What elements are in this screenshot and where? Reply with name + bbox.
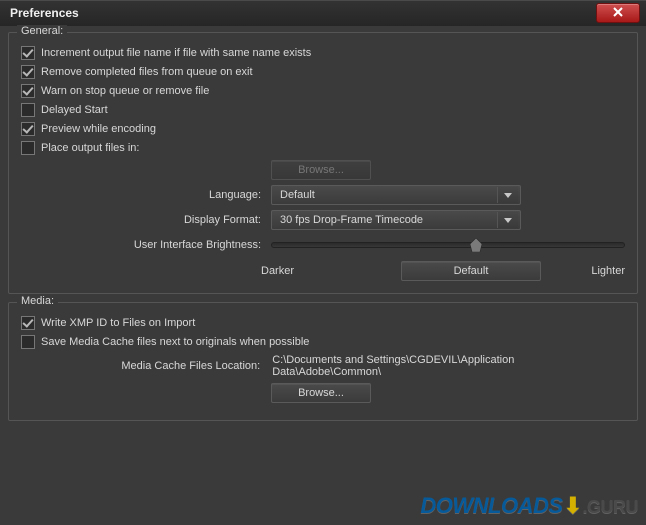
checkbox-delayed-start[interactable] xyxy=(21,103,35,117)
checkbox-increment[interactable] xyxy=(21,46,35,60)
slider-track xyxy=(271,242,625,248)
media-group: Media: Write XMP ID to Files on Import S… xyxy=(8,302,638,421)
browse-output-button: Browse... xyxy=(271,160,371,180)
chevron-down-icon xyxy=(497,187,518,203)
row-display-format: Display Format: 30 fps Drop-Frame Timeco… xyxy=(21,210,625,230)
label-remove-completed: Remove completed files from queue on exi… xyxy=(41,66,253,78)
row-write-xmp: Write XMP ID to Files on Import xyxy=(21,316,625,330)
brightness-lighter-label: Lighter xyxy=(565,265,625,277)
media-legend: Media: xyxy=(17,295,58,307)
preferences-content: General: Increment output file name if f… xyxy=(0,26,646,525)
brightness-label: User Interface Brightness: xyxy=(21,239,271,251)
row-language: Language: Default xyxy=(21,185,625,205)
label-preview: Preview while encoding xyxy=(41,123,156,135)
browse-cache-button[interactable]: Browse... xyxy=(271,383,371,403)
slider-thumb-icon xyxy=(470,238,482,252)
row-preview: Preview while encoding xyxy=(21,122,625,136)
checkbox-place-output[interactable] xyxy=(21,141,35,155)
cache-location-value: C:\Documents and Settings\CGDEVIL\Applic… xyxy=(270,354,625,378)
display-format-dropdown[interactable]: 30 fps Drop-Frame Timecode xyxy=(271,210,521,230)
chevron-down-icon xyxy=(497,212,518,228)
row-place-output: Place output files in: xyxy=(21,141,625,155)
close-icon xyxy=(613,7,623,20)
checkbox-preview[interactable] xyxy=(21,122,35,136)
general-group: General: Increment output file name if f… xyxy=(8,32,638,294)
label-warn-stop: Warn on stop queue or remove file xyxy=(41,85,209,97)
display-format-value: 30 fps Drop-Frame Timecode xyxy=(280,214,423,226)
row-output-browse: Browse... xyxy=(21,160,625,180)
label-place-output: Place output files in: xyxy=(41,142,139,154)
language-dropdown[interactable]: Default xyxy=(271,185,521,205)
checkbox-write-xmp[interactable] xyxy=(21,316,35,330)
row-remove-completed: Remove completed files from queue on exi… xyxy=(21,65,625,79)
brightness-darker-label: Darker xyxy=(261,265,401,277)
brightness-labels: Darker Default Lighter xyxy=(21,261,625,281)
checkbox-warn-stop[interactable] xyxy=(21,84,35,98)
row-cache-location: Media Cache Files Location: C:\Documents… xyxy=(21,354,625,378)
label-write-xmp: Write XMP ID to Files on Import xyxy=(41,317,195,329)
label-increment: Increment output file name if file with … xyxy=(41,47,311,59)
display-format-label: Display Format: xyxy=(21,214,271,226)
row-delayed-start: Delayed Start xyxy=(21,103,625,117)
row-increment: Increment output file name if file with … xyxy=(21,46,625,60)
brightness-slider[interactable] xyxy=(271,235,625,255)
title-bar: Preferences xyxy=(0,0,646,27)
language-label: Language: xyxy=(21,189,271,201)
row-save-cache: Save Media Cache files next to originals… xyxy=(21,335,625,349)
checkbox-remove-completed[interactable] xyxy=(21,65,35,79)
window-title: Preferences xyxy=(0,6,79,20)
row-warn-stop: Warn on stop queue or remove file xyxy=(21,84,625,98)
cache-location-label: Media Cache Files Location: xyxy=(21,360,270,372)
checkbox-save-cache[interactable] xyxy=(21,335,35,349)
close-button[interactable] xyxy=(596,3,640,23)
row-cache-browse: Browse... xyxy=(21,383,625,403)
language-value: Default xyxy=(280,189,315,201)
row-brightness: User Interface Brightness: xyxy=(21,235,625,255)
general-legend: General: xyxy=(17,25,67,37)
brightness-default-button[interactable]: Default xyxy=(401,261,541,281)
label-delayed-start: Delayed Start xyxy=(41,104,108,116)
label-save-cache: Save Media Cache files next to originals… xyxy=(41,336,309,348)
